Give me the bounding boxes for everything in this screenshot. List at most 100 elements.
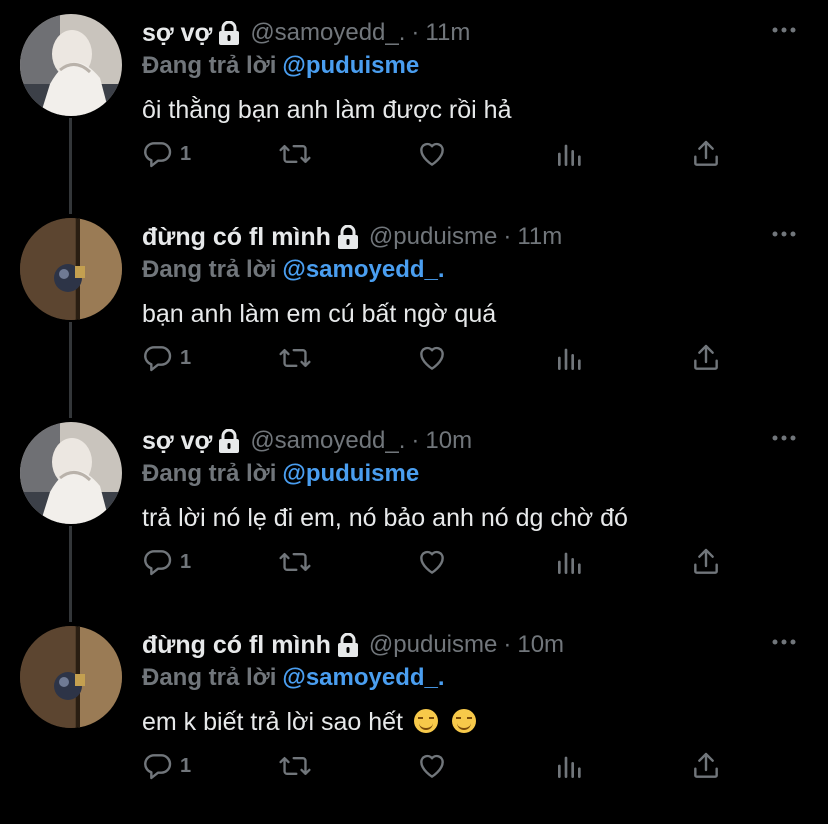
tweet-text: trả lời nó lẹ đi em, nó bảo anh nó dg ch…	[142, 504, 628, 533]
lock-icon	[337, 224, 359, 249]
smiling-face-emoji	[413, 709, 438, 733]
share-icon	[690, 138, 722, 170]
reply-count: 1	[180, 142, 192, 165]
lock-icon	[337, 632, 359, 657]
reply-count: 1	[180, 346, 192, 369]
analytics-button[interactable]	[554, 134, 586, 174]
timestamp[interactable]: 10m	[425, 427, 472, 455]
display-name[interactable]: sợ vợ	[142, 427, 212, 456]
retweet-icon	[278, 342, 312, 374]
like-button[interactable]	[416, 542, 448, 582]
tweet-text-content: bạn anh làm em cú bất ngờ quá	[142, 300, 497, 328]
like-button[interactable]	[416, 746, 448, 786]
reply-button[interactable]: 1	[142, 542, 191, 582]
replying-label: Đang trả lời	[142, 664, 277, 691]
share-button[interactable]	[690, 542, 722, 582]
like-icon	[416, 342, 448, 374]
analytics-button[interactable]	[554, 746, 586, 786]
tweet-text-content: trả lời nó lẹ đi em, nó bảo anh nó dg ch…	[142, 504, 628, 532]
tweet-text-content: em k biết trả lời sao hết	[142, 708, 403, 736]
retweet-button[interactable]	[278, 134, 312, 174]
user-handle[interactable]: @puduisme	[369, 223, 497, 251]
separator-dot: ·	[503, 223, 512, 250]
reply-button[interactable]: 1	[142, 134, 191, 174]
retweet-icon	[278, 138, 312, 170]
analytics-icon	[554, 546, 586, 578]
retweet-button[interactable]	[278, 338, 312, 378]
analytics-icon	[554, 750, 586, 782]
timestamp[interactable]: 10m	[517, 631, 564, 659]
display-name[interactable]: đừng có fl mình	[142, 223, 331, 252]
more-icon[interactable]	[770, 424, 798, 452]
smiling-face-emoji	[451, 709, 476, 733]
action-bar: 1	[142, 746, 742, 786]
action-bar: 1	[142, 338, 742, 378]
share-icon	[690, 342, 722, 374]
replying-to: Đang trả lời @puduisme	[142, 52, 419, 80]
mention-link[interactable]: @puduisme	[282, 460, 419, 487]
retweet-button[interactable]	[278, 746, 312, 786]
more-icon[interactable]	[770, 16, 798, 44]
reply-icon	[142, 138, 174, 170]
separator-dot: ·	[411, 427, 420, 454]
share-button[interactable]	[690, 134, 722, 174]
avatar[interactable]	[20, 422, 122, 524]
user-handle[interactable]: @puduisme	[369, 631, 497, 659]
replying-label: Đang trả lời	[142, 52, 277, 79]
avatar[interactable]	[20, 626, 122, 728]
tweet[interactable]: đừng có fl mình @puduisme · 11m Đang trả…	[0, 204, 828, 408]
user-handle[interactable]: @samoyedd_.	[250, 19, 405, 47]
separator-dot: ·	[503, 631, 512, 658]
retweet-icon	[278, 546, 312, 578]
tweet-header: đừng có fl mình @puduisme · 11m	[142, 218, 562, 256]
action-bar: 1	[142, 134, 742, 174]
retweet-icon	[278, 750, 312, 782]
reply-icon	[142, 342, 174, 374]
analytics-icon	[554, 138, 586, 170]
reply-count: 1	[180, 754, 192, 777]
tweet-text: bạn anh làm em cú bất ngờ quá	[142, 300, 496, 329]
tweet[interactable]: sợ vợ @samoyedd_. · 10m Đang trả lời @pud…	[0, 408, 828, 612]
display-name[interactable]: sợ vợ	[142, 19, 212, 48]
share-button[interactable]	[690, 338, 722, 378]
reply-icon	[142, 750, 174, 782]
mention-link[interactable]: @puduisme	[282, 52, 419, 79]
action-bar: 1	[142, 542, 742, 582]
tweet-header: sợ vợ @samoyedd_. · 10m	[142, 422, 472, 460]
like-icon	[416, 138, 448, 170]
more-icon[interactable]	[770, 628, 798, 656]
tweet[interactable]: đừng có fl mình @puduisme · 10m Đang trả…	[0, 612, 828, 816]
analytics-button[interactable]	[554, 542, 586, 582]
replying-label: Đang trả lời	[142, 460, 277, 487]
tweet-text-content: ôi thằng bạn anh làm được rồi hả	[142, 96, 512, 124]
tweet-header: đừng có fl mình @puduisme · 10m	[142, 626, 564, 664]
like-button[interactable]	[416, 338, 448, 378]
replying-to: Đang trả lời @samoyedd_.	[142, 664, 445, 692]
reply-button[interactable]: 1	[142, 746, 191, 786]
tweet[interactable]: sợ vợ @samoyedd_. · 11m Đang trả lời @pud…	[0, 0, 828, 204]
replying-label: Đang trả lời	[142, 256, 277, 283]
timestamp[interactable]: 11m	[517, 223, 562, 251]
share-icon	[690, 750, 722, 782]
more-icon[interactable]	[770, 220, 798, 248]
avatar[interactable]	[20, 218, 122, 320]
mention-link[interactable]: @samoyedd_.	[282, 256, 444, 283]
user-handle[interactable]: @samoyedd_.	[250, 427, 405, 455]
replying-to: Đang trả lời @puduisme	[142, 460, 419, 488]
retweet-button[interactable]	[278, 542, 312, 582]
avatar[interactable]	[20, 14, 122, 116]
like-button[interactable]	[416, 134, 448, 174]
timestamp[interactable]: 11m	[425, 19, 470, 47]
share-button[interactable]	[690, 746, 722, 786]
lock-icon	[218, 428, 240, 453]
reply-count: 1	[180, 550, 192, 573]
reply-icon	[142, 546, 174, 578]
replying-to: Đang trả lời @samoyedd_.	[142, 256, 445, 284]
analytics-button[interactable]	[554, 338, 586, 378]
display-name[interactable]: đừng có fl mình	[142, 631, 331, 660]
reply-button[interactable]: 1	[142, 338, 191, 378]
tweet-header: sợ vợ @samoyedd_. · 11m	[142, 14, 470, 52]
mention-link[interactable]: @samoyedd_.	[282, 664, 444, 691]
tweet-text: ôi thằng bạn anh làm được rồi hả	[142, 96, 511, 125]
lock-icon	[218, 20, 240, 45]
